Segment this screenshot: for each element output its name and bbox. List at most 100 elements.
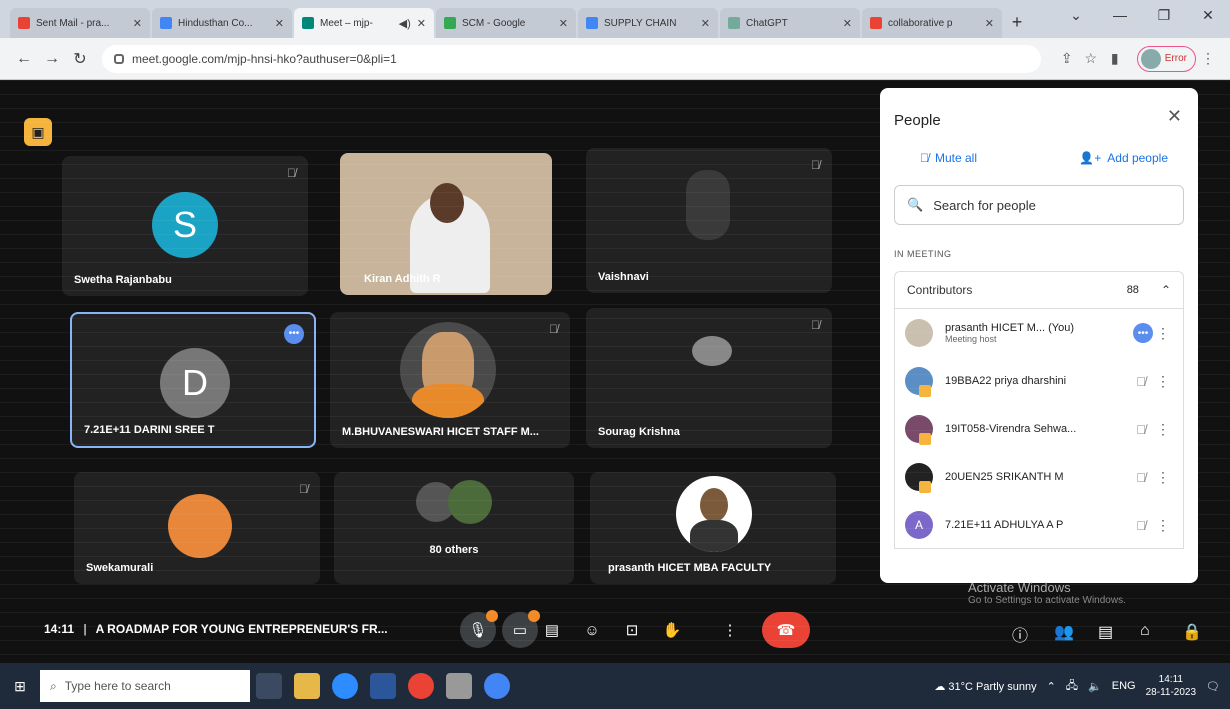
weather-widget[interactable]: ☁ 31°C Partly sunny	[934, 680, 1036, 693]
browser-tab[interactable]: Hindusthan Co... ✕	[152, 8, 292, 38]
file-explorer-icon[interactable]	[294, 673, 320, 699]
close-window-icon[interactable]: ✕	[1186, 0, 1230, 30]
site-icon	[160, 17, 172, 29]
participant-name: Swetha Rajanbabu	[74, 274, 172, 286]
chrome-active-icon[interactable]	[484, 673, 510, 699]
people-icon[interactable]: 👥	[1054, 622, 1074, 642]
meeting-time: 14:11	[44, 622, 75, 636]
profile-button[interactable]: Error	[1136, 45, 1196, 72]
captions-button[interactable]: ▤	[534, 612, 570, 648]
more-vert-icon[interactable]: ⋮	[1153, 325, 1173, 342]
close-tab-icon[interactable]: ✕	[417, 17, 426, 30]
participant-name: 19BBA22 priya dharshini	[945, 375, 1067, 387]
camera-toggle-button[interactable]: ▭	[502, 610, 540, 648]
volume-icon[interactable]: 🔈	[1088, 680, 1102, 693]
more-vert-icon[interactable]: ⋮	[1153, 469, 1173, 486]
minimize-icon[interactable]: —	[1098, 0, 1142, 30]
mic-toggle-button[interactable]: 🎙	[460, 610, 498, 648]
more-options-button[interactable]: ⋮	[712, 612, 748, 648]
network-icon[interactable]: 🖧	[1066, 677, 1078, 696]
more-vert-icon[interactable]: ⋮	[1153, 373, 1173, 390]
browser-tab-active[interactable]: Meet – mjp- ◀) ✕	[294, 8, 434, 38]
close-tab-icon[interactable]: ✕	[843, 17, 852, 30]
more-vert-icon[interactable]: ⋮	[1153, 517, 1173, 534]
participant-tile[interactable]: 🎙̸ Sourag Krishna	[586, 308, 832, 448]
mic-off-icon: 🎙̸	[811, 158, 820, 172]
participant-tile[interactable]: 🎙̸ Vaishnavi	[586, 148, 832, 293]
participant-tile-pinned[interactable]: D ••• 7.21E+11 DARINI SREE T	[70, 312, 316, 448]
list-item[interactable]: 20UEN25 SRIKANTH M 🎙̸ ⋮	[905, 453, 1173, 501]
captions-off-icon[interactable]: ▣	[24, 118, 52, 146]
chevron-up-icon[interactable]: ⌃	[1161, 283, 1171, 297]
list-item[interactable]: prasanth HICET M... (You) Meeting host •…	[905, 309, 1173, 357]
browser-tab[interactable]: SCM - Google ✕	[436, 8, 576, 38]
task-view-icon[interactable]	[256, 673, 282, 699]
tray-chevron-icon[interactable]: ⌃	[1047, 680, 1056, 693]
browser-tab[interactable]: Sent Mail - pra... ✕	[10, 8, 150, 38]
clock[interactable]: 14:11 28-11-2023	[1146, 673, 1196, 699]
close-tab-icon[interactable]: ✕	[985, 17, 994, 30]
participant-tile[interactable]: prasanth HICET MBA FACULTY	[590, 472, 836, 584]
close-tab-icon[interactable]: ✕	[133, 17, 142, 30]
notifications-icon[interactable]: 🗨	[1206, 680, 1220, 693]
add-people-button[interactable]: 👤+ Add people	[1079, 151, 1168, 165]
participant-tile[interactable]: Kiran Adhith R	[340, 153, 552, 295]
tab-search-icon[interactable]: ⌄	[1054, 0, 1098, 30]
list-item[interactable]: A 7.21E+11 ADHULYA A P 🎙̸ ⋮	[905, 501, 1173, 548]
present-screen-button[interactable]: ⊡	[614, 612, 650, 648]
close-tab-icon[interactable]: ✕	[559, 17, 568, 30]
forward-icon[interactable]: →	[38, 50, 66, 68]
zoom-icon[interactable]	[332, 673, 358, 699]
taskbar-search-input[interactable]: ⌕ Type here to search	[40, 670, 250, 702]
participant-tile[interactable]: 🎙̸ Swekamurali	[74, 472, 320, 584]
back-icon[interactable]: ←	[10, 50, 38, 68]
contributors-group-header[interactable]: Contributors 88 ⌃	[894, 271, 1184, 309]
participant-tile[interactable]: S 🎙̸ Swetha Rajanbabu	[62, 156, 308, 296]
address-bar[interactable]: meet.google.com/mjp-hnsi-hko?authuser=0&…	[102, 44, 1041, 73]
screen: Sent Mail - pra... ✕ Hindusthan Co... ✕ …	[0, 0, 1230, 709]
mic-off-icon[interactable]: 🎙̸	[1129, 470, 1153, 485]
speaker-icon[interactable]: ◀)	[399, 17, 411, 30]
raise-hand-button[interactable]: ✋	[654, 612, 690, 648]
close-tab-icon[interactable]: ✕	[701, 17, 710, 30]
search-people-input[interactable]: 🔍 Search for people	[894, 185, 1184, 225]
leave-call-button[interactable]: ☎	[762, 612, 810, 648]
host-controls-icon[interactable]: 🔒	[1182, 622, 1202, 642]
activities-icon[interactable]: ⌂	[1140, 622, 1150, 640]
side-panel-icon[interactable]: ▮	[1103, 50, 1127, 67]
language-indicator[interactable]: ENG	[1112, 680, 1136, 692]
info-icon[interactable]: ⓘ	[1012, 622, 1028, 646]
mute-all-button[interactable]: 🎙̸ Mute all	[920, 151, 977, 165]
reload-icon[interactable]: ↻	[66, 49, 94, 69]
menu-kebab-icon[interactable]: ⋮	[1196, 50, 1220, 67]
more-vert-icon[interactable]: ⋮	[1153, 421, 1173, 438]
docs-icon	[586, 17, 598, 29]
browser-tab[interactable]: ChatGPT ✕	[720, 8, 860, 38]
close-tab-icon[interactable]: ✕	[275, 17, 284, 30]
list-item[interactable]: 19BBA22 priya dharshini 🎙̸ ⋮	[905, 357, 1173, 405]
more-options-icon[interactable]: •••	[284, 324, 304, 344]
windows-start-icon[interactable]: ⊞	[0, 678, 40, 695]
app-icon[interactable]	[446, 673, 472, 699]
new-tab-button[interactable]: +	[1004, 9, 1030, 35]
close-icon[interactable]: ✕	[1167, 106, 1182, 127]
avatar	[905, 415, 933, 445]
participant-name: prasanth HICET MBA FACULTY	[608, 562, 772, 574]
list-item[interactable]: 19IT058-Virendra Sehwa... 🎙̸ ⋮	[905, 405, 1173, 453]
mic-off-icon[interactable]: 🎙̸	[1129, 374, 1153, 389]
participant-tile[interactable]: 🎙̸ M.BHUVANESWARI HICET STAFF M...	[330, 312, 570, 448]
mic-off-icon[interactable]: 🎙̸	[1129, 518, 1153, 533]
chrome-icon[interactable]	[408, 673, 434, 699]
bookmark-star-icon[interactable]: ☆	[1079, 50, 1103, 67]
participant-name: 7.21E+11 ADHULYA A P	[945, 519, 1064, 531]
word-icon[interactable]	[370, 673, 396, 699]
restore-icon[interactable]: ❐	[1142, 0, 1186, 30]
chat-icon[interactable]: ▤	[1098, 622, 1113, 642]
browser-tab[interactable]: SUPPLY CHAIN ✕	[578, 8, 718, 38]
browser-tab[interactable]: collaborative p ✕	[862, 8, 1002, 38]
emoji-reaction-button[interactable]: ☺	[574, 612, 610, 648]
participant-name: Swekamurali	[86, 562, 154, 574]
others-tile[interactable]: 80 others	[334, 472, 574, 584]
mic-off-icon[interactable]: 🎙̸	[1129, 422, 1153, 437]
share-icon[interactable]: ⇪	[1055, 50, 1079, 67]
